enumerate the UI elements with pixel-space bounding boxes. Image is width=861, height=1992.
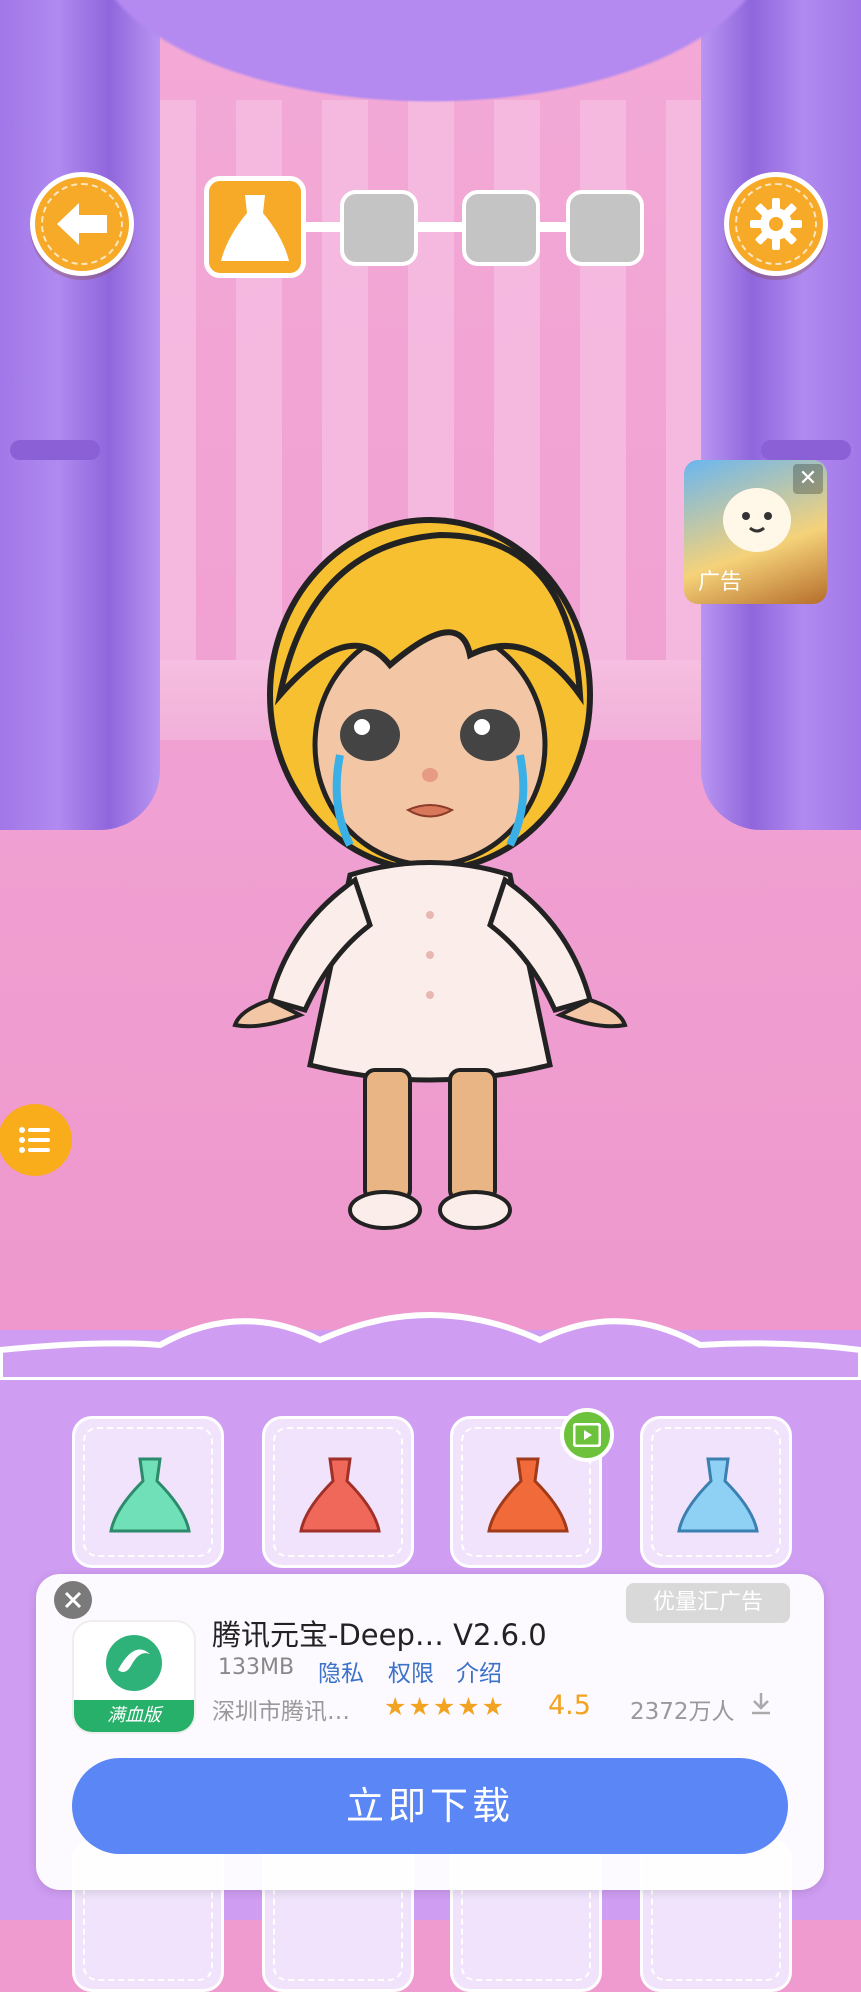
step-2[interactable] — [340, 190, 418, 266]
step-dress[interactable] — [204, 176, 306, 278]
wardrobe-item-ice-blue-gown[interactable] — [640, 1416, 792, 1568]
privacy-link[interactable]: 隐私 — [318, 1654, 364, 1688]
settings-button[interactable] — [724, 172, 828, 276]
curtain-valance — [0, 0, 861, 145]
rating-value: 4.5 — [548, 1690, 591, 1721]
ice-blue-gown-icon — [677, 1457, 759, 1533]
ad-mascot-image — [723, 488, 791, 552]
back-button[interactable] — [30, 172, 134, 276]
floating-ad-thumbnail[interactable]: ✕ 广告 — [684, 460, 827, 604]
app-size: 133MB — [218, 1655, 295, 1680]
pink-red-gown-icon — [299, 1457, 381, 1533]
permissions-link[interactable]: 权限 — [388, 1654, 434, 1688]
ad-label: 广告 — [698, 570, 743, 595]
ad-card-close-button[interactable] — [54, 1581, 92, 1619]
arrow-left-icon — [57, 203, 107, 245]
orange-flame-gown-icon — [487, 1457, 569, 1533]
wardrobe-item-pink-red-gown[interactable] — [262, 1416, 414, 1568]
menu-button[interactable] — [0, 1104, 72, 1176]
wardrobe-item-green-gown[interactable] — [72, 1416, 224, 1568]
ad-source-label[interactable]: 优量汇广告 — [626, 1583, 790, 1623]
rating-stars: ★★★★★ — [384, 1692, 507, 1721]
gear-icon — [750, 198, 802, 250]
list-icon — [19, 1127, 50, 1153]
app-logo-icon — [106, 1635, 162, 1691]
doll-character[interactable] — [230, 505, 630, 1235]
video-unlock-badge[interactable] — [560, 1408, 614, 1462]
ad-close-button[interactable]: ✕ — [793, 464, 823, 494]
step-4[interactable] — [566, 190, 644, 266]
panel-scallop-edge — [0, 1312, 861, 1380]
download-count-icon — [748, 1690, 774, 1722]
video-icon — [573, 1423, 601, 1447]
app-developer: 深圳市腾讯… — [212, 1699, 350, 1725]
close-icon — [64, 1591, 82, 1609]
curtain-tie-left — [10, 440, 100, 460]
app-icon[interactable]: 满血版 — [72, 1620, 196, 1734]
step-3[interactable] — [462, 190, 540, 266]
curtain-tie-right — [761, 440, 851, 460]
intro-link[interactable]: 介绍 — [456, 1654, 502, 1688]
dress-icon — [221, 195, 289, 261]
app-title: 腾讯元宝-Deep… V2.6.0 — [212, 1618, 547, 1652]
download-button[interactable]: 立即下载 — [72, 1758, 788, 1854]
install-count: 2372万人 — [630, 1699, 735, 1725]
green-gown-icon — [109, 1457, 191, 1533]
app-badge: 满血版 — [74, 1700, 194, 1732]
